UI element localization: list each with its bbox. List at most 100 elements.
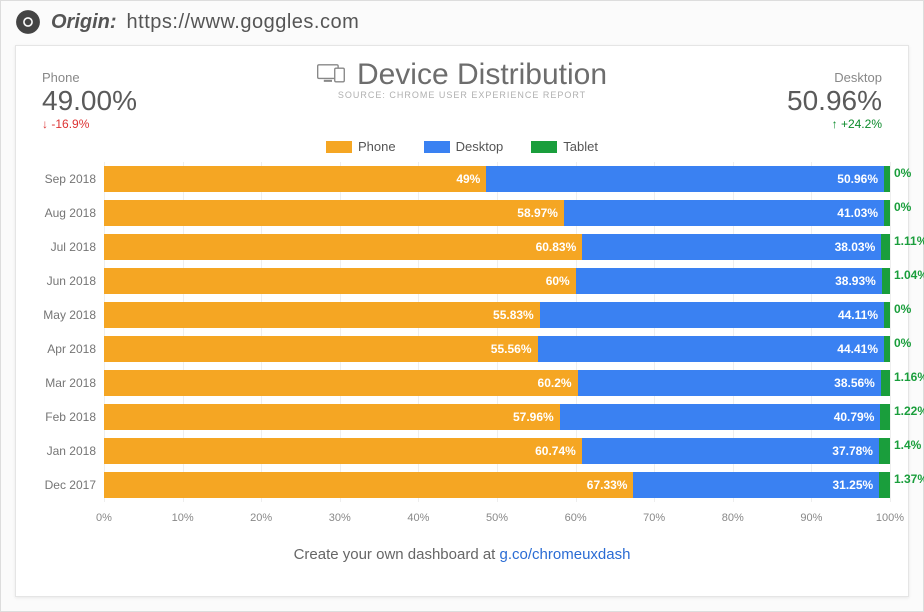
x-axis-tick: 100% <box>876 512 904 524</box>
bar-segment-desktop: 41.03% <box>564 200 884 226</box>
y-axis-label: Apr 2018 <box>34 342 96 356</box>
bar-segment-tablet <box>879 472 890 498</box>
footer-text: Create your own dashboard at <box>294 546 500 563</box>
bar-segment-phone: 60% <box>104 268 576 294</box>
bar-segment-desktop: 37.78% <box>582 438 879 464</box>
bar-segment-desktop: 31.25% <box>633 472 879 498</box>
y-axis-label: Aug 2018 <box>34 206 96 220</box>
bar-segment-phone: 58.97% <box>104 200 564 226</box>
x-axis-tick: 40% <box>407 512 429 524</box>
bar-segment-tablet <box>879 438 890 464</box>
chart-title-text: Device Distribution <box>357 58 607 92</box>
bar-segment-tablet <box>884 336 890 362</box>
legend-phone: Phone <box>326 139 396 154</box>
bar-row: 57.96%40.79%1.22% <box>104 404 890 430</box>
chart-title: Device Distribution <box>317 58 607 92</box>
tablet-value-label: 1.16% <box>894 370 924 384</box>
arrow-up-icon: ↑ <box>832 117 838 131</box>
tablet-value-label: 1.22% <box>894 404 924 418</box>
tablet-value-label: 1.37% <box>894 472 924 486</box>
bar-row: 58.97%41.03%0% <box>104 200 890 226</box>
bars-container: 49%50.96%0% 58.97%41.03%0% 60.83%38.03%1.1… <box>104 162 890 502</box>
kpi-desktop-value: 50.96% <box>787 85 882 117</box>
y-axis-label: Feb 2018 <box>34 410 96 424</box>
bar-segment-desktop: 38.03% <box>582 234 881 260</box>
footer: Create your own dashboard at g.co/chrome… <box>34 546 890 563</box>
dashboard-frame: Origin: https://www.goggles.com Device D… <box>0 0 924 612</box>
y-axis-labels: Sep 2018 Aug 2018 Jul 2018 Jun 2018 May 2018… <box>34 162 104 502</box>
bar-row: 60.74%37.78%1.4% <box>104 438 890 464</box>
tablet-value-label: 0% <box>894 200 924 214</box>
bar-segment-desktop: 44.41% <box>538 336 885 362</box>
legend: Phone Desktop Tablet <box>34 139 890 154</box>
swatch-desktop <box>424 141 450 153</box>
y-axis-label: Sep 2018 <box>34 172 96 186</box>
chart-panel: Device Distribution SOURCE: CHROME USER … <box>15 45 909 597</box>
kpi-phone: Phone 49.00% ↓ -16.9% <box>42 70 137 131</box>
arrow-down-icon: ↓ <box>42 117 48 131</box>
bar-row: 49%50.96%0% <box>104 166 890 192</box>
tablet-value-label: 1.04% <box>894 268 924 282</box>
bar-segment-tablet <box>884 302 890 328</box>
bar-segment-tablet <box>881 370 890 396</box>
bar-row: 60.2%38.56%1.16% <box>104 370 890 396</box>
bar-segment-desktop: 38.93% <box>576 268 882 294</box>
bar-segment-desktop: 40.79% <box>560 404 881 430</box>
swatch-tablet <box>531 141 557 153</box>
tablet-value-label: 1.11% <box>894 234 924 248</box>
bar-segment-phone: 55.56% <box>104 336 538 362</box>
bar-segment-tablet <box>882 268 890 294</box>
footer-link[interactable]: g.co/chromeuxdash <box>500 546 631 563</box>
x-axis-tick: 60% <box>565 512 587 524</box>
tablet-value-label: 0% <box>894 336 924 350</box>
tablet-value-label: 0% <box>894 302 924 316</box>
kpi-desktop: Desktop 50.96% ↑ +24.2% <box>787 70 882 131</box>
origin-label: Origin: <box>51 11 117 34</box>
x-axis-tick: 50% <box>486 512 508 524</box>
bar-segment-tablet <box>881 234 890 260</box>
bar-segment-desktop: 38.56% <box>578 370 881 396</box>
kpi-desktop-label: Desktop <box>787 70 882 85</box>
bar-segment-phone: 57.96% <box>104 404 560 430</box>
bar-row: 60.83%38.03%1.11% <box>104 234 890 260</box>
kpi-phone-delta: ↓ -16.9% <box>42 117 137 131</box>
bar-segment-tablet <box>884 200 890 226</box>
kpi-desktop-delta: ↑ +24.2% <box>787 117 882 131</box>
bar-segment-phone: 67.33% <box>104 472 633 498</box>
x-axis: 0%10%20%30%40%50%60%70%80%90%100% <box>104 508 890 532</box>
y-axis-label: May 2018 <box>34 308 96 322</box>
chrome-icon <box>15 9 41 35</box>
bar-segment-phone: 49% <box>104 166 486 192</box>
x-axis-tick: 80% <box>722 512 744 524</box>
chart-area: Sep 2018 Aug 2018 Jul 2018 Jun 2018 May 2018… <box>34 162 890 532</box>
bar-segment-phone: 60.74% <box>104 438 582 464</box>
swatch-phone <box>326 141 352 153</box>
y-axis-label: Dec 2017 <box>34 478 96 492</box>
y-axis-label: Mar 2018 <box>34 376 96 390</box>
tablet-value-label: 1.4% <box>894 438 924 452</box>
kpi-phone-value: 49.00% <box>42 85 137 117</box>
y-axis-label: Jun 2018 <box>34 274 96 288</box>
bar-segment-desktop: 50.96% <box>486 166 884 192</box>
bar-segment-tablet <box>880 404 890 430</box>
origin-url: https://www.goggles.com <box>127 11 360 34</box>
bar-segment-phone: 60.2% <box>104 370 578 396</box>
origin-bar: Origin: https://www.goggles.com <box>1 1 923 45</box>
x-axis-tick: 0% <box>96 512 112 524</box>
legend-tablet: Tablet <box>531 139 598 154</box>
bar-row: 55.56%44.41%0% <box>104 336 890 362</box>
x-axis-tick: 70% <box>643 512 665 524</box>
y-axis-label: Jul 2018 <box>34 240 96 254</box>
bar-row: 55.83%44.11%0% <box>104 302 890 328</box>
bar-row: 67.33%31.25%1.37% <box>104 472 890 498</box>
x-axis-tick: 20% <box>250 512 272 524</box>
legend-desktop: Desktop <box>424 139 504 154</box>
x-axis-tick: 90% <box>800 512 822 524</box>
y-axis-label: Jan 2018 <box>34 444 96 458</box>
bar-segment-tablet <box>884 166 890 192</box>
kpi-phone-label: Phone <box>42 70 137 85</box>
bar-segment-phone: 60.83% <box>104 234 582 260</box>
x-axis-tick: 10% <box>172 512 194 524</box>
bar-segment-desktop: 44.11% <box>540 302 884 328</box>
tablet-value-label: 0% <box>894 166 924 180</box>
